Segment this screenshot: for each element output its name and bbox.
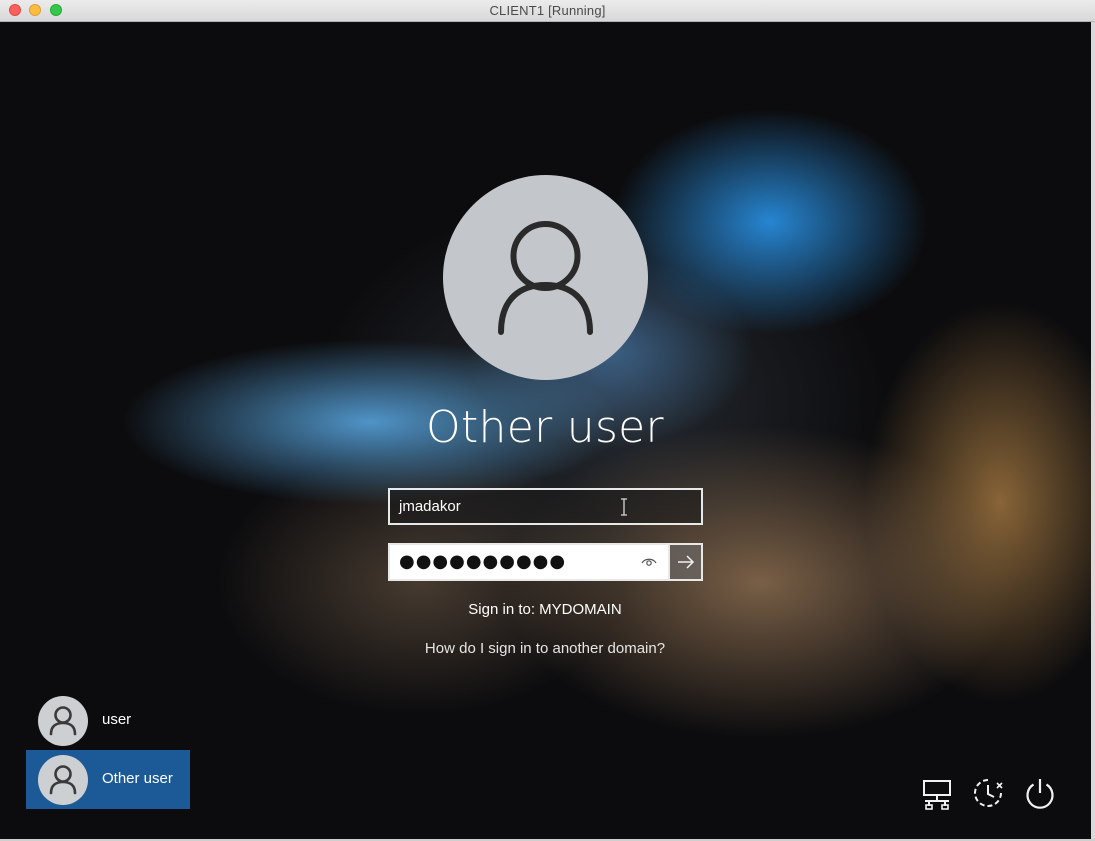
vm-window: CLIENT1 [Running] Other user jmadakor ●●…: [0, 0, 1095, 841]
password-field[interactable]: ●●●●●●●●●●: [388, 543, 669, 581]
network-icon: [923, 780, 951, 810]
person-icon: [498, 221, 593, 335]
ease-of-access-button[interactable]: [970, 775, 1006, 811]
other-domain-link[interactable]: How do I sign in to another domain?: [345, 640, 745, 657]
avatar: [38, 696, 88, 746]
avatar: [38, 755, 88, 805]
person-icon: [49, 706, 77, 736]
lock-screen: Other user jmadakor ●●●●●●●●●● Sign in t…: [0, 22, 1091, 839]
title-bar: CLIENT1 [Running]: [0, 0, 1095, 22]
user-list-item[interactable]: user: [26, 691, 190, 750]
window-title: CLIENT1 [Running]: [489, 3, 606, 18]
account-name-heading: Other user: [426, 402, 664, 453]
network-button[interactable]: [919, 775, 955, 811]
password-value: ●●●●●●●●●●: [399, 551, 567, 572]
window-edge: [1091, 22, 1095, 839]
person-icon: [49, 765, 77, 795]
ease-of-access-icon: [974, 779, 1003, 807]
power-button[interactable]: [1022, 775, 1058, 811]
user-list-item-selected[interactable]: Other user: [26, 750, 190, 809]
arrow-right-icon: [678, 555, 695, 569]
username-value: jmadakor: [399, 498, 461, 515]
submit-button[interactable]: [668, 543, 703, 581]
user-avatar: [443, 175, 648, 380]
power-icon: [1026, 779, 1054, 809]
user-list-item-label: user: [102, 711, 132, 728]
user-list-item-label: Other user: [102, 770, 173, 787]
sign-in-domain-text: Sign in to: MYDOMAIN: [468, 601, 622, 618]
username-field[interactable]: jmadakor: [388, 488, 703, 525]
text-cursor-icon: [621, 498, 627, 516]
reveal-password-icon[interactable]: [641, 556, 657, 568]
